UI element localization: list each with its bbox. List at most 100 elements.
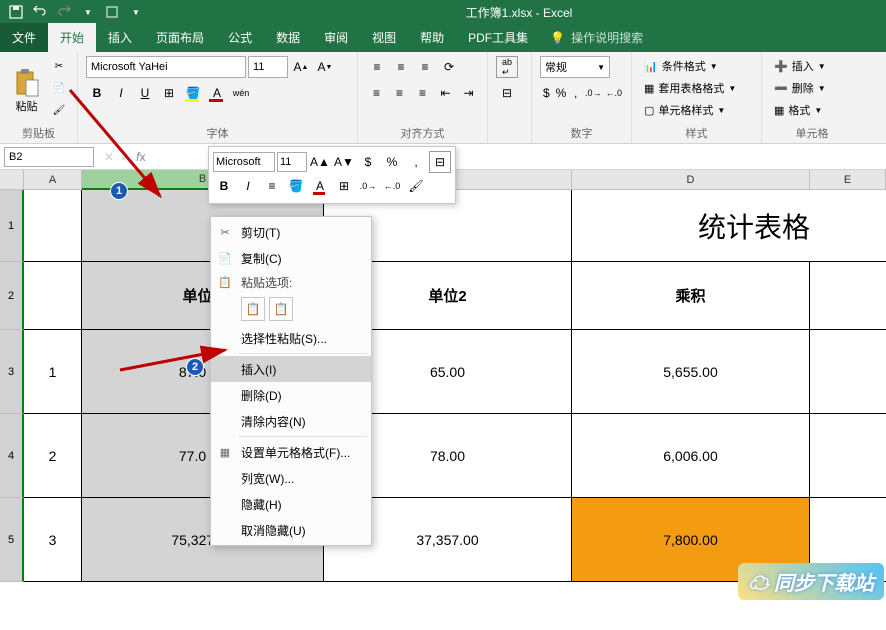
annotation-badge-1: 1 (110, 182, 128, 200)
table-format-button[interactable]: ▦套用表格格式▼ (640, 78, 753, 98)
cell-style-button[interactable]: ▢单元格样式▼ (640, 100, 753, 120)
mini-border[interactable]: ⊞ (333, 175, 355, 197)
redo-icon[interactable] (56, 4, 72, 20)
paste-option-1[interactable]: 📋 (241, 297, 265, 321)
group-styles: 📊条件格式▼ ▦套用表格格式▼ ▢单元格样式▼ 样式 (632, 52, 762, 143)
align-top-button[interactable]: ≡ (366, 56, 388, 78)
row-header-1[interactable]: 1 (0, 190, 24, 262)
mini-increase-font[interactable]: A▲ (309, 151, 331, 173)
cell-d3[interactable]: 5,655.00 (572, 330, 810, 414)
conditional-format-button[interactable]: 📊条件格式▼ (640, 56, 753, 76)
hdr-unit1: 单位 (182, 285, 212, 306)
paste-option-2[interactable]: 📋 (269, 297, 293, 321)
cell-e3[interactable] (810, 330, 886, 414)
decrease-decimal-button[interactable]: ←.0 (604, 82, 623, 104)
mini-currency[interactable]: $ (357, 151, 379, 173)
cell-a3[interactable]: 1 (24, 330, 82, 414)
cm-hide[interactable]: 隐藏(H) (211, 491, 371, 517)
mini-italic[interactable]: I (237, 175, 259, 197)
print-preview-icon[interactable] (104, 4, 120, 20)
cut-button[interactable]: ✂ (49, 56, 69, 76)
select-all-corner[interactable] (0, 170, 24, 190)
cell-a5[interactable]: 3 (24, 498, 82, 582)
tab-review[interactable]: 审阅 (312, 23, 360, 52)
col-header-d[interactable]: D (572, 170, 810, 190)
align-group-label: 对齐方式 (366, 125, 479, 141)
cm-unhide[interactable]: 取消隐藏(U) (211, 517, 371, 543)
cells-area: 统计表格 单位 单位2 乘积 1 87.0 65.00 5,655.00 (24, 190, 886, 582)
merge-button[interactable]: ⊟ (496, 82, 518, 104)
mini-dec2[interactable]: ←.0 (381, 175, 403, 197)
cm-copy[interactable]: 📄复制(C) (211, 245, 371, 271)
undo-icon[interactable] (32, 4, 48, 20)
save-icon[interactable] (8, 4, 24, 20)
cell-d2[interactable]: 乘积 (572, 262, 810, 330)
row-header-2[interactable]: 2 (0, 262, 24, 330)
delete-cells-button[interactable]: ➖删除▼ (770, 78, 854, 98)
number-format-combo[interactable]: 常规▼ (540, 56, 610, 78)
cell-title[interactable]: 统计表格 (572, 190, 810, 262)
mini-painter[interactable]: 🖌 (405, 175, 427, 197)
font-size-combo[interactable] (248, 56, 288, 78)
tab-data[interactable]: 数据 (264, 23, 312, 52)
increase-font-button[interactable]: A▲ (290, 56, 312, 78)
align-bottom-button[interactable]: ≡ (414, 56, 436, 78)
tab-file[interactable]: 文件 (0, 23, 48, 52)
number-group-label: 数字 (540, 125, 623, 141)
mini-merge[interactable]: ⊟ (429, 151, 451, 173)
indent-increase-button[interactable]: ⇥ (458, 82, 479, 104)
mini-dec1[interactable]: .0→ (357, 175, 379, 197)
cell-e4[interactable] (810, 414, 886, 498)
align-right-button[interactable]: ≡ (412, 82, 433, 104)
percent-button[interactable]: % (555, 82, 568, 104)
row-header-4[interactable]: 4 (0, 414, 24, 498)
wrap-text-button[interactable]: ab↵ (496, 56, 518, 78)
table-icon: ▦ (644, 82, 654, 95)
tab-home[interactable]: 开始 (48, 23, 96, 52)
tell-me-search[interactable]: 💡 操作说明搜索 (540, 23, 653, 52)
paste-button[interactable]: 粘贴 (8, 56, 45, 125)
tab-formula[interactable]: 公式 (216, 23, 264, 52)
mini-decrease-font[interactable]: A▼ (333, 151, 355, 173)
align-left-button[interactable]: ≡ (366, 82, 387, 104)
cell-e2[interactable] (810, 262, 886, 330)
mini-percent[interactable]: % (381, 151, 403, 173)
qat-dropdown-icon[interactable]: ▼ (80, 4, 96, 20)
cm-colwidth[interactable]: 列宽(W)... (211, 465, 371, 491)
align-center-button[interactable]: ≡ (389, 82, 410, 104)
mini-fill[interactable]: 🪣 (285, 175, 307, 197)
qat-more-icon[interactable]: ▼ (128, 4, 144, 20)
mini-align[interactable]: ≡ (261, 175, 283, 197)
paste-icon: 📋 (217, 274, 233, 290)
indent-decrease-button[interactable]: ⇤ (435, 82, 456, 104)
mini-size-combo[interactable] (277, 152, 307, 172)
tab-help[interactable]: 帮助 (408, 23, 456, 52)
row-header-5[interactable]: 5 (0, 498, 24, 582)
format-cells-button[interactable]: ▦格式▼ (770, 100, 854, 120)
align-middle-button[interactable]: ≡ (390, 56, 412, 78)
cell-a2[interactable] (24, 262, 82, 330)
font-name-combo[interactable] (86, 56, 246, 78)
cm-delete[interactable]: 删除(D) (211, 382, 371, 408)
phonetic-button[interactable]: wén (230, 82, 252, 104)
increase-decimal-button[interactable]: .0→ (584, 82, 603, 104)
comma-button[interactable]: , (569, 82, 582, 104)
cell-d4[interactable]: 6,006.00 (572, 414, 810, 498)
cm-format-cells[interactable]: ▦设置单元格格式(F)... (211, 439, 371, 465)
cell-e1[interactable] (810, 190, 886, 262)
cm-cut[interactable]: ✂剪切(T) (211, 219, 371, 245)
mini-comma[interactable]: , (405, 151, 427, 173)
tab-layout[interactable]: 页面布局 (144, 23, 216, 52)
mini-font-color[interactable]: A (309, 175, 331, 197)
cell-a4[interactable]: 2 (24, 414, 82, 498)
decrease-font-button[interactable]: A▼ (314, 56, 336, 78)
tab-insert[interactable]: 插入 (96, 23, 144, 52)
currency-button[interactable]: $ (540, 82, 553, 104)
col-header-e[interactable]: E (810, 170, 886, 190)
insert-cells-button[interactable]: ➕插入▼ (770, 56, 854, 76)
tab-view[interactable]: 视图 (360, 23, 408, 52)
row-header-3[interactable]: 3 (0, 330, 24, 414)
orientation-button[interactable]: ⟳ (438, 56, 460, 78)
tab-pdf[interactable]: PDF工具集 (456, 23, 540, 52)
cm-clear[interactable]: 清除内容(N) (211, 408, 371, 434)
